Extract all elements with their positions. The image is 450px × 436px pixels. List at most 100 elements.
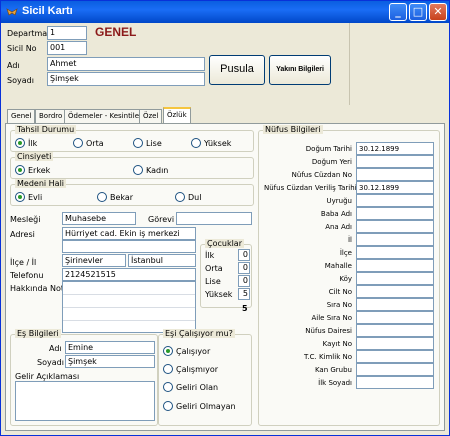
nufus-field-input[interactable] <box>356 233 434 246</box>
nufus-field-input[interactable]: 30.12.1899 <box>356 142 434 155</box>
tab-ozluk[interactable]: Özlük <box>163 107 191 124</box>
es-calisma-group: Eşi Çalışıyor mu? Çalışıyor Çalışmıyor G… <box>158 329 252 426</box>
nufus-field-input[interactable] <box>356 285 434 298</box>
adres-line2-input[interactable] <box>62 240 196 253</box>
es-calisma-title: Eşi Çalışıyor mu? <box>163 329 235 338</box>
nufus-field-label: Doğum Yeri <box>311 158 352 166</box>
nufus-field-label: İlçe <box>339 249 352 257</box>
departman-input[interactable]: 1 <box>47 26 87 40</box>
nufus-field-input[interactable] <box>356 207 434 220</box>
soyadi-input[interactable]: Şimşek <box>47 72 205 86</box>
es-soyadi-label: Soyadı <box>37 358 64 367</box>
cocuk-orta-input[interactable]: 0 <box>238 262 250 274</box>
meslegi-label: Mesleği <box>10 215 41 224</box>
nufus-field-input[interactable] <box>356 168 434 181</box>
cocuk-lise-label: Lise <box>205 277 221 286</box>
meslegi-input[interactable]: Muhasebe <box>62 212 136 225</box>
tab-odemeler-kesintiler[interactable]: Ödemeler - Kesintiler <box>64 109 146 123</box>
radio-label: Geliri Olmayan <box>176 401 236 411</box>
nufus-field-input[interactable] <box>356 350 434 363</box>
geliri-olmayan-radio[interactable]: Geliri Olmayan <box>163 401 236 411</box>
nufus-field-input[interactable] <box>356 220 434 233</box>
nufus-field-input[interactable] <box>356 298 434 311</box>
ilce-input[interactable]: Şirinevler <box>62 254 126 267</box>
cocuk-ilk-input[interactable]: 0 <box>238 249 250 261</box>
cocuk-yuksek-label: Yüksek <box>205 290 233 299</box>
radio-label: Evli <box>28 192 43 202</box>
medeni-dul-radio[interactable]: Dul <box>175 192 201 202</box>
cinsiyet-kadin-radio[interactable]: Kadın <box>133 165 168 175</box>
nufus-field-input[interactable] <box>356 259 434 272</box>
nufus-field-label: Nüfus Dairesi <box>305 327 352 335</box>
yakini-bilgileri-button[interactable]: Yakını Bilgileri <box>269 55 331 85</box>
title-bar[interactable]: Sicil Kartı _ □ ✕ <box>1 1 449 23</box>
geliri-olan-radio[interactable]: Geliri Olan <box>163 382 218 392</box>
calismiyor-radio[interactable]: Çalışmıyor <box>163 364 218 374</box>
close-button[interactable]: ✕ <box>429 3 447 21</box>
nufus-field-input[interactable] <box>356 324 434 337</box>
pusula-button[interactable]: Pusula <box>209 55 265 85</box>
tahsil-lise-radio[interactable]: Lise <box>133 138 162 148</box>
nufus-field-label: İl <box>347 236 352 244</box>
adres-line1-input[interactable]: Hürriyet cad. Ekin iş merkezi <box>62 227 196 240</box>
ilce-il-label: İlçe / İl <box>10 258 37 267</box>
cinsiyet-erkek-radio[interactable]: Erkek <box>15 165 50 175</box>
es-adi-label: Adı <box>49 344 62 353</box>
cocuk-lise-input[interactable]: 0 <box>238 275 250 287</box>
calisiyor-radio[interactable]: Çalışıyor <box>163 346 210 356</box>
nufus-field-input[interactable] <box>356 363 434 376</box>
adi-input[interactable]: Ahmet <box>47 57 205 71</box>
nufus-field-input[interactable] <box>356 337 434 350</box>
sicil-karti-window: Sicil Kartı _ □ ✕ Departman 1 GENEL Sici… <box>0 0 450 436</box>
nufus-field-label: Ana Adı <box>325 223 352 231</box>
radio-label: Geliri Olan <box>176 382 219 392</box>
tahsil-orta-radio[interactable]: Orta <box>73 138 104 148</box>
nufus-field-input[interactable] <box>356 194 434 207</box>
nufus-field-label: Sıra No <box>326 301 352 309</box>
telefonu-input[interactable]: 2124521515 <box>62 268 196 281</box>
radio-icon <box>163 382 173 392</box>
cocuk-ilk-label: İlk <box>205 251 215 260</box>
il-input[interactable]: İstanbul <box>128 254 196 267</box>
cinsiyet-group: Cinsiyeti Erkek Kadın <box>10 152 254 179</box>
nufus-field-input[interactable] <box>356 376 434 389</box>
departman-label: Departman <box>7 29 53 38</box>
cocuk-yuksek-input[interactable]: 5 <box>238 288 250 300</box>
radio-label: Orta <box>86 138 104 148</box>
medeni-bekar-radio[interactable]: Bekar <box>97 192 133 202</box>
medeni-evli-radio[interactable]: Evli <box>15 192 42 202</box>
radio-selected-icon <box>15 165 25 175</box>
es-soyadi-input[interactable]: Şimşek <box>65 355 155 368</box>
tahsil-group: Tahsil Durumu İlk Orta Lise Yüksek <box>10 125 254 152</box>
nufus-field-label: Mahalle <box>324 262 352 270</box>
radio-icon <box>163 401 173 411</box>
hakkinda-notes-input[interactable] <box>62 281 196 333</box>
minimize-button[interactable]: _ <box>389 3 407 21</box>
nufus-field-input[interactable] <box>356 311 434 324</box>
tab-ozel[interactable]: Özel <box>139 109 163 123</box>
gelir-aciklama-input[interactable] <box>15 381 155 421</box>
gorevi-input[interactable] <box>176 212 252 225</box>
radio-icon <box>73 138 83 148</box>
nufus-field-label: Nüfus Cüzdan No <box>291 171 352 179</box>
sicil-no-input[interactable]: 001 <box>47 41 87 55</box>
nufus-field-input[interactable]: 30.12.1899 <box>356 181 434 194</box>
radio-label: Kadın <box>146 165 169 175</box>
es-adi-input[interactable]: Emine <box>65 341 155 354</box>
tab-bordro[interactable]: Bordro <box>35 109 67 123</box>
nufus-field-input[interactable] <box>356 246 434 259</box>
sicil-no-label: Sicil No <box>7 44 37 53</box>
soyadi-label: Soyadı <box>7 76 34 85</box>
tab-genel[interactable]: Genel <box>7 109 36 123</box>
nufus-field-input[interactable] <box>356 272 434 285</box>
nufus-field-input[interactable] <box>356 155 434 168</box>
radio-label: Çalışıyor <box>176 346 211 356</box>
radio-icon <box>163 364 173 374</box>
maximize-button[interactable]: □ <box>409 3 427 21</box>
tahsil-yuksek-radio[interactable]: Yüksek <box>191 138 231 148</box>
tahsil-ilk-radio[interactable]: İlk <box>15 138 37 148</box>
nufus-field-label: Kayıt No <box>322 340 352 348</box>
notes-line <box>63 308 195 321</box>
radio-label: Bekar <box>110 192 134 202</box>
nufus-field-label: Doğum Tarihi <box>305 145 352 153</box>
